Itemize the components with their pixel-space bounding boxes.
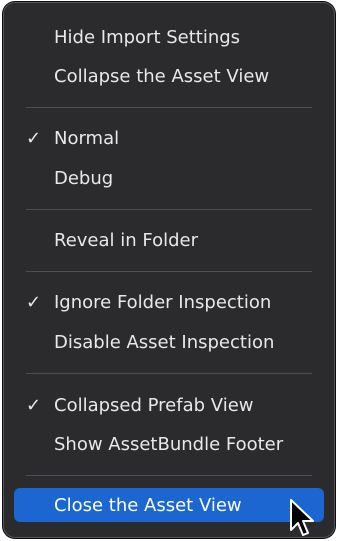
checkmark-icon: ✓	[26, 291, 42, 313]
menu-item-collapsed-prefab-view[interactable]: ✓ Collapsed Prefab View	[14, 388, 324, 422]
menu-separator	[26, 107, 312, 108]
context-menu: Hide Import Settings Collapse the Asset …	[3, 2, 335, 538]
menu-item-label: Collapsed Prefab View	[54, 394, 254, 416]
menu-item-label: Reveal in Folder	[54, 229, 199, 251]
menu-item-debug[interactable]: Debug	[14, 161, 324, 195]
checkmark-icon: ✓	[26, 127, 42, 149]
menu-item-label: Show AssetBundle Footer	[54, 433, 284, 455]
menu-item-label: Hide Import Settings	[54, 26, 241, 48]
menu-item-collapse-asset-view[interactable]: Collapse the Asset View	[14, 59, 324, 93]
menu-item-label: Debug	[54, 167, 114, 189]
menu-item-show-assetbundle-footer[interactable]: Show AssetBundle Footer	[14, 427, 324, 461]
menu-separator	[26, 475, 312, 476]
menu-item-label: Close the Asset View	[54, 494, 242, 516]
menu-item-hide-import-settings[interactable]: Hide Import Settings	[14, 20, 324, 54]
menu-item-ignore-folder-inspection[interactable]: ✓ Ignore Folder Inspection	[14, 285, 324, 319]
menu-separator	[26, 209, 312, 210]
menu-item-close-asset-view[interactable]: Close the Asset View	[14, 488, 324, 522]
menu-item-label: Ignore Folder Inspection	[54, 291, 272, 313]
menu-item-reveal-in-folder[interactable]: Reveal in Folder	[14, 223, 324, 257]
menu-item-label: Collapse the Asset View	[54, 65, 270, 87]
checkmark-icon: ✓	[26, 394, 42, 416]
menu-item-normal[interactable]: ✓ Normal	[14, 121, 324, 155]
menu-separator	[26, 271, 312, 272]
menu-item-disable-asset-inspection[interactable]: Disable Asset Inspection	[14, 325, 324, 359]
arrow-cursor-icon	[290, 499, 314, 536]
menu-separator	[26, 373, 312, 374]
menu-item-label: Disable Asset Inspection	[54, 331, 275, 353]
menu-item-label: Normal	[54, 127, 120, 149]
